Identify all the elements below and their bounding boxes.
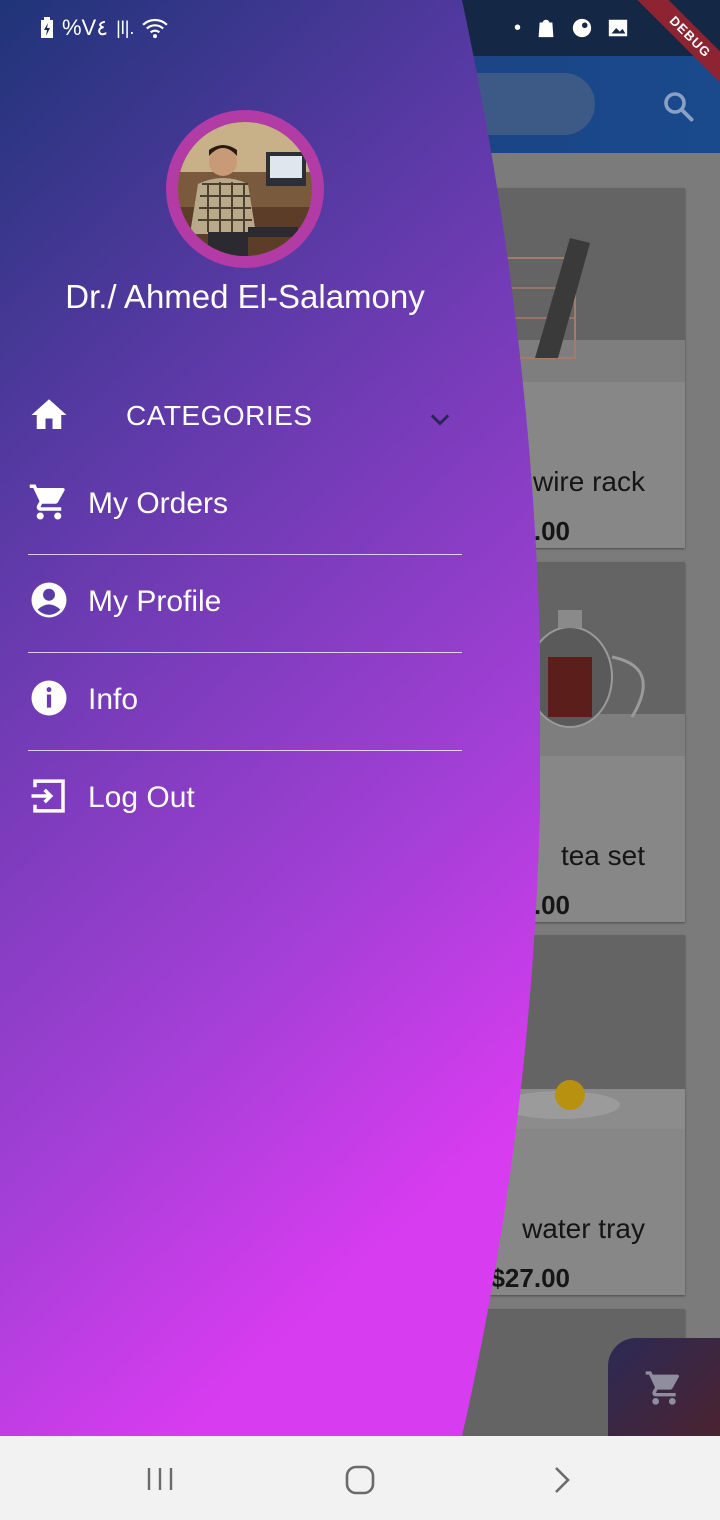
search-icon[interactable]	[660, 88, 696, 124]
menu-item-label: My Profile	[88, 585, 222, 618]
menu-item-label: CATEGORIES	[126, 400, 313, 431]
profile-photo	[178, 122, 312, 256]
back-icon[interactable]	[552, 1465, 574, 1495]
menu-item-label: Info	[88, 683, 139, 716]
system-navigation-bar	[0, 1436, 720, 1520]
menu-item-info[interactable]: Info	[28, 653, 462, 751]
recent-apps-icon[interactable]	[146, 1466, 174, 1492]
image-icon	[608, 19, 628, 37]
cart-button[interactable]	[608, 1338, 720, 1436]
chevron-down-icon[interactable]	[426, 406, 454, 434]
info-icon	[31, 680, 67, 716]
cart-icon	[645, 1371, 679, 1405]
menu-item-categories[interactable]: CATEGORIES	[28, 370, 462, 468]
menu-item-label: Log Out	[88, 781, 195, 814]
menu-item-log-out[interactable]: Log Out	[28, 751, 462, 849]
menu-item-my-orders[interactable]: My Orders	[28, 457, 462, 555]
logout-icon	[31, 779, 65, 813]
cart-icon	[29, 484, 65, 520]
account-circle-icon	[31, 582, 67, 618]
user-name: Dr./ Ahmed El-Salamony	[65, 278, 425, 315]
home-icon	[31, 399, 67, 429]
menu-item-my-profile[interactable]: My Profile	[28, 555, 462, 653]
menu-item-label: My Orders	[88, 487, 229, 520]
home-button-icon[interactable]	[345, 1465, 375, 1495]
drawer-content: Dr./ Ahmed El-Salamony CATEGORIES My Ord…	[0, 0, 540, 1436]
steam-icon	[572, 18, 592, 38]
